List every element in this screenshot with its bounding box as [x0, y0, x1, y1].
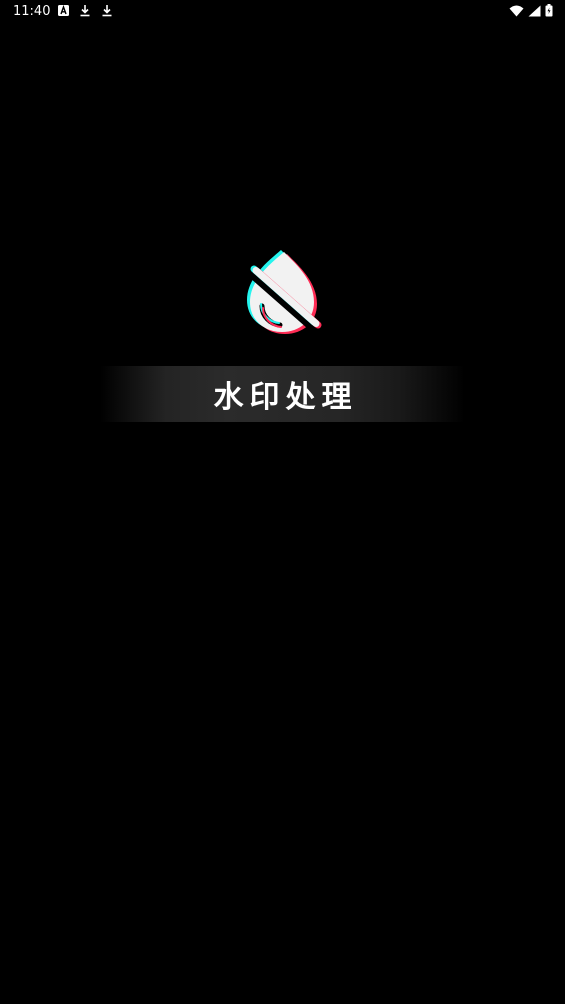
text-a-icon	[58, 5, 69, 16]
app-logo	[242, 246, 326, 338]
battery-icon	[545, 4, 553, 17]
download-icon	[102, 5, 112, 17]
wifi-icon	[509, 5, 524, 16]
status-time: 11:40	[13, 4, 51, 19]
cell-signal-icon	[528, 5, 541, 16]
status-system-icons	[509, 4, 553, 17]
status-notification-icons	[58, 4, 113, 17]
splash-screen: 11:40 水印处理	[0, 0, 565, 1004]
status-bar: 11:40	[0, 0, 565, 24]
download-icon	[80, 5, 90, 17]
title-banner: 水印处理	[100, 366, 465, 422]
app-title: 水印处理	[213, 380, 358, 415]
no-drop-watermark-icon	[245, 250, 322, 335]
